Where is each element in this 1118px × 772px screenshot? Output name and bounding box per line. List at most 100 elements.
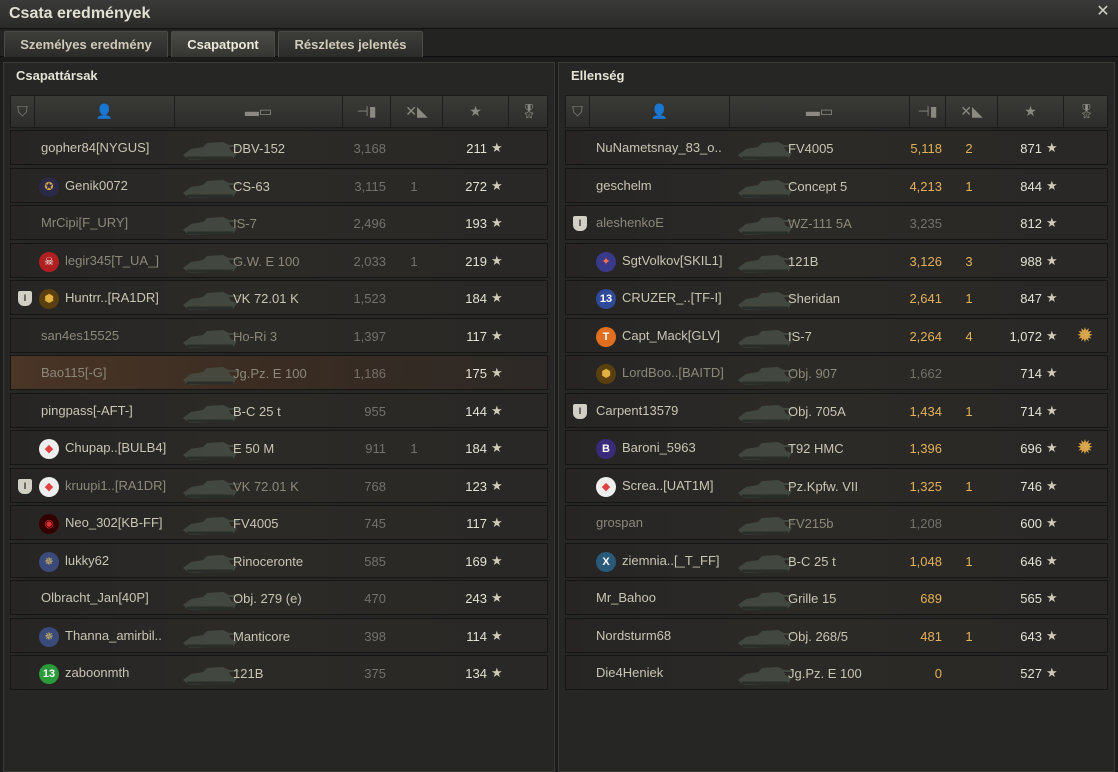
player-name[interactable]: aleshenkoE: [596, 215, 664, 230]
tank-silhouette-icon: [179, 508, 241, 539]
tank-silhouette-icon: [734, 396, 796, 427]
player-name[interactable]: san4es15525: [41, 328, 119, 343]
player-row[interactable]: ◆ Chupap..[BULB4] E 50 M 911 1 184 ★: [10, 430, 548, 465]
close-icon[interactable]: ✕: [1094, 3, 1112, 21]
player-name[interactable]: Die4Heniek: [596, 665, 663, 680]
xp-value: 144: [465, 403, 487, 419]
player-row[interactable]: Die4Heniek Jg.Pz. E 100 0 527 ★: [565, 655, 1108, 690]
player-name[interactable]: Carpent13579: [596, 403, 678, 418]
player-name[interactable]: Neo_302[KB-FF]: [65, 515, 163, 530]
player-row[interactable]: 13 CRUZER_..[TF-I] Sheridan 2,641 1 847 ★: [565, 280, 1108, 315]
tab-team-score[interactable]: Csapatpont: [171, 31, 275, 57]
enemies-list: NuNametsnay_83_o.. FV4005 5,118 2 871 ★ gesche…: [565, 130, 1108, 693]
star-icon: ★: [491, 552, 503, 568]
kills-column-icon[interactable]: ✕◣: [391, 96, 442, 127]
star-icon: ★: [491, 477, 503, 493]
player-name[interactable]: grospan: [596, 515, 643, 530]
player-name[interactable]: Nordsturm68: [596, 628, 671, 643]
player-name[interactable]: lukky62: [65, 553, 109, 568]
player-row[interactable]: ⬢ LordBoo..[BAITD] Obj. 907 1,662 714 ★: [565, 355, 1108, 390]
player-row[interactable]: geschelm Concept 5 4,213 1 844 ★: [565, 167, 1108, 203]
player-row[interactable]: ✵ Thanna_amirbil.. Manticore 398 114 ★: [10, 617, 548, 653]
player-name[interactable]: Huntrr..[RA1DR]: [65, 290, 159, 305]
damage-column-icon[interactable]: ⊣▮: [910, 96, 945, 127]
player-name[interactable]: zaboonmth: [65, 665, 129, 680]
xp-column-icon[interactable]: ★: [998, 96, 1063, 127]
kills-column-icon[interactable]: ✕◣: [946, 96, 997, 127]
vehicle-column-icon[interactable]: ▬▭: [730, 96, 909, 127]
kills-value: 1: [410, 178, 418, 194]
player-row[interactable]: I Carpent13579 Obj. 705A 1,434 1 714 ★: [565, 392, 1108, 428]
medal-column-icon[interactable]: 🎖: [1064, 96, 1109, 127]
player-name[interactable]: Thanna_amirbil..: [65, 628, 162, 643]
player-row[interactable]: Mr_Bahoo Grille 15 689 565 ★: [565, 580, 1108, 615]
player-row[interactable]: Nordsturm68 Obj. 268/5 481 1 643 ★: [565, 617, 1108, 653]
player-name[interactable]: gopher84[NYGUS]: [41, 140, 149, 155]
player-row[interactable]: grospan FV215b 1,208 600 ★: [565, 505, 1108, 540]
player-name[interactable]: legir345[T_UA_]: [65, 253, 159, 268]
tab-personal-results[interactable]: Személyes eredmény: [4, 31, 168, 57]
player-name[interactable]: Capt_Mack[GLV]: [622, 328, 720, 343]
player-name[interactable]: Chupap..[BULB4]: [65, 440, 166, 455]
vehicle-name: IS-7: [233, 216, 257, 231]
player-row[interactable]: Olbracht_Jan[40P] Obj. 279 (e) 470 243 ★: [10, 580, 548, 615]
tab-detailed-report[interactable]: Részletes jelentés: [278, 31, 423, 57]
diamond-rank-icon: ◆: [596, 476, 616, 497]
vehicle-name: B-C 25 t: [788, 553, 836, 569]
xp-value: 193: [465, 216, 487, 231]
player-name[interactable]: NuNametsnay_83_o..: [596, 140, 722, 155]
kills-value: 2: [965, 141, 973, 156]
player-name[interactable]: Baroni_5963: [622, 440, 696, 455]
player-name[interactable]: ziemnia..[_T_FF]: [622, 553, 720, 568]
player-name[interactable]: Mr_Bahoo: [596, 590, 656, 605]
player-row[interactable]: IaleshenkoE WZ-111 5A 3,235 812 ★: [565, 205, 1108, 240]
player-row[interactable]: ☠ legir345[T_UA_] G.W. E 100 2,033 1 219 ★: [10, 242, 548, 278]
player-row[interactable]: Bao115[-G] Jg.Pz. E 100 1,186 175 ★: [10, 355, 548, 390]
player-row[interactable]: T Capt_Mack[GLV] IS-7 2,264 4 1,072 ★ ✹: [565, 317, 1108, 353]
badge-column-icon[interactable]: ⛉: [11, 96, 34, 127]
damage-value: 470: [364, 591, 386, 606]
player-row[interactable]: san4es15525 Ho-Ri 3 1,397 117 ★: [10, 317, 548, 353]
player-row[interactable]: Xziemnia..[_T_FF] B-C 25 t 1,048 1 646 ★: [565, 542, 1108, 578]
vehicle-name: FV215b: [788, 516, 834, 531]
damage-column-icon[interactable]: ⊣▮: [343, 96, 390, 127]
player-name[interactable]: MrCipi[F_URY]: [41, 215, 128, 230]
xp-value: 844: [1020, 178, 1042, 194]
player-name[interactable]: Screa..[UAT1M]: [622, 478, 714, 493]
player-column-icon[interactable]: 👤: [590, 96, 729, 127]
player-name[interactable]: Bao115[-G]: [41, 365, 107, 380]
xp-value: 169: [465, 553, 487, 569]
player-row[interactable]: NuNametsnay_83_o.. FV4005 5,118 2 871 ★: [565, 130, 1108, 165]
medal-column-icon[interactable]: 🎖: [509, 96, 549, 127]
player-name[interactable]: kruupi1..[RA1DR]: [65, 478, 166, 493]
player-name[interactable]: geschelm: [596, 178, 652, 193]
medal-icon[interactable]: ✹: [1074, 437, 1096, 459]
xp-value: 117: [466, 516, 487, 531]
player-row[interactable]: 13 zaboonmth 121B 375 134 ★: [10, 655, 548, 690]
player-row[interactable]: ◆ Screa..[UAT1M] Pz.Kpfw. VII 1,325 1 746 ★: [565, 467, 1108, 503]
player-row[interactable]: I ⬢ Huntrr..[RA1DR] VK 72.01 K 1,523 184 ★: [10, 280, 548, 315]
medal-icon[interactable]: ✹: [1074, 325, 1096, 347]
xp-value: 847: [1020, 291, 1042, 306]
vehicle-column-icon[interactable]: ▬▭: [175, 96, 342, 127]
tank-silhouette-icon: [734, 283, 796, 314]
player-column-icon[interactable]: 👤: [35, 96, 174, 127]
player-name[interactable]: SgtVolkov[SKIL1]: [622, 253, 722, 268]
player-name[interactable]: pingpass[-AFT-]: [41, 403, 133, 418]
xp-column-icon[interactable]: ★: [443, 96, 508, 127]
star-icon: ★: [1046, 402, 1058, 418]
player-row[interactable]: ◉ Neo_302[KB-FF] FV4005 745 117 ★: [10, 505, 548, 540]
player-name[interactable]: Olbracht_Jan[40P]: [41, 590, 149, 605]
player-name[interactable]: LordBoo..[BAITD]: [622, 365, 724, 380]
badge-column-icon[interactable]: ⛉: [566, 96, 589, 127]
player-row[interactable]: MrCipi[F_URY] IS-7 2,496 193 ★: [10, 205, 548, 240]
player-row[interactable]: ✪ Genik0072 CS-63 3,115 1 272 ★: [10, 167, 548, 203]
player-row[interactable]: B Baroni_5963 T92 HMC 1,396 696 ★ ✹: [565, 430, 1108, 465]
player-row[interactable]: pingpass[-AFT-] B-C 25 t 955 144 ★: [10, 392, 548, 428]
player-row[interactable]: gopher84[NYGUS] DBV-152 3,168 211 ★: [10, 130, 548, 165]
player-row[interactable]: ✵ lukky62 Rinoceronte 585 169 ★: [10, 542, 548, 578]
player-name[interactable]: CRUZER_..[TF-I]: [622, 290, 722, 305]
player-row[interactable]: I ◆ kruupi1..[RA1DR] VK 72.01 K 768 123 ★: [10, 467, 548, 503]
player-row[interactable]: ✦ SgtVolkov[SKIL1] 121B 3,126 3 988 ★: [565, 242, 1108, 278]
player-name[interactable]: Genik0072: [65, 178, 128, 193]
